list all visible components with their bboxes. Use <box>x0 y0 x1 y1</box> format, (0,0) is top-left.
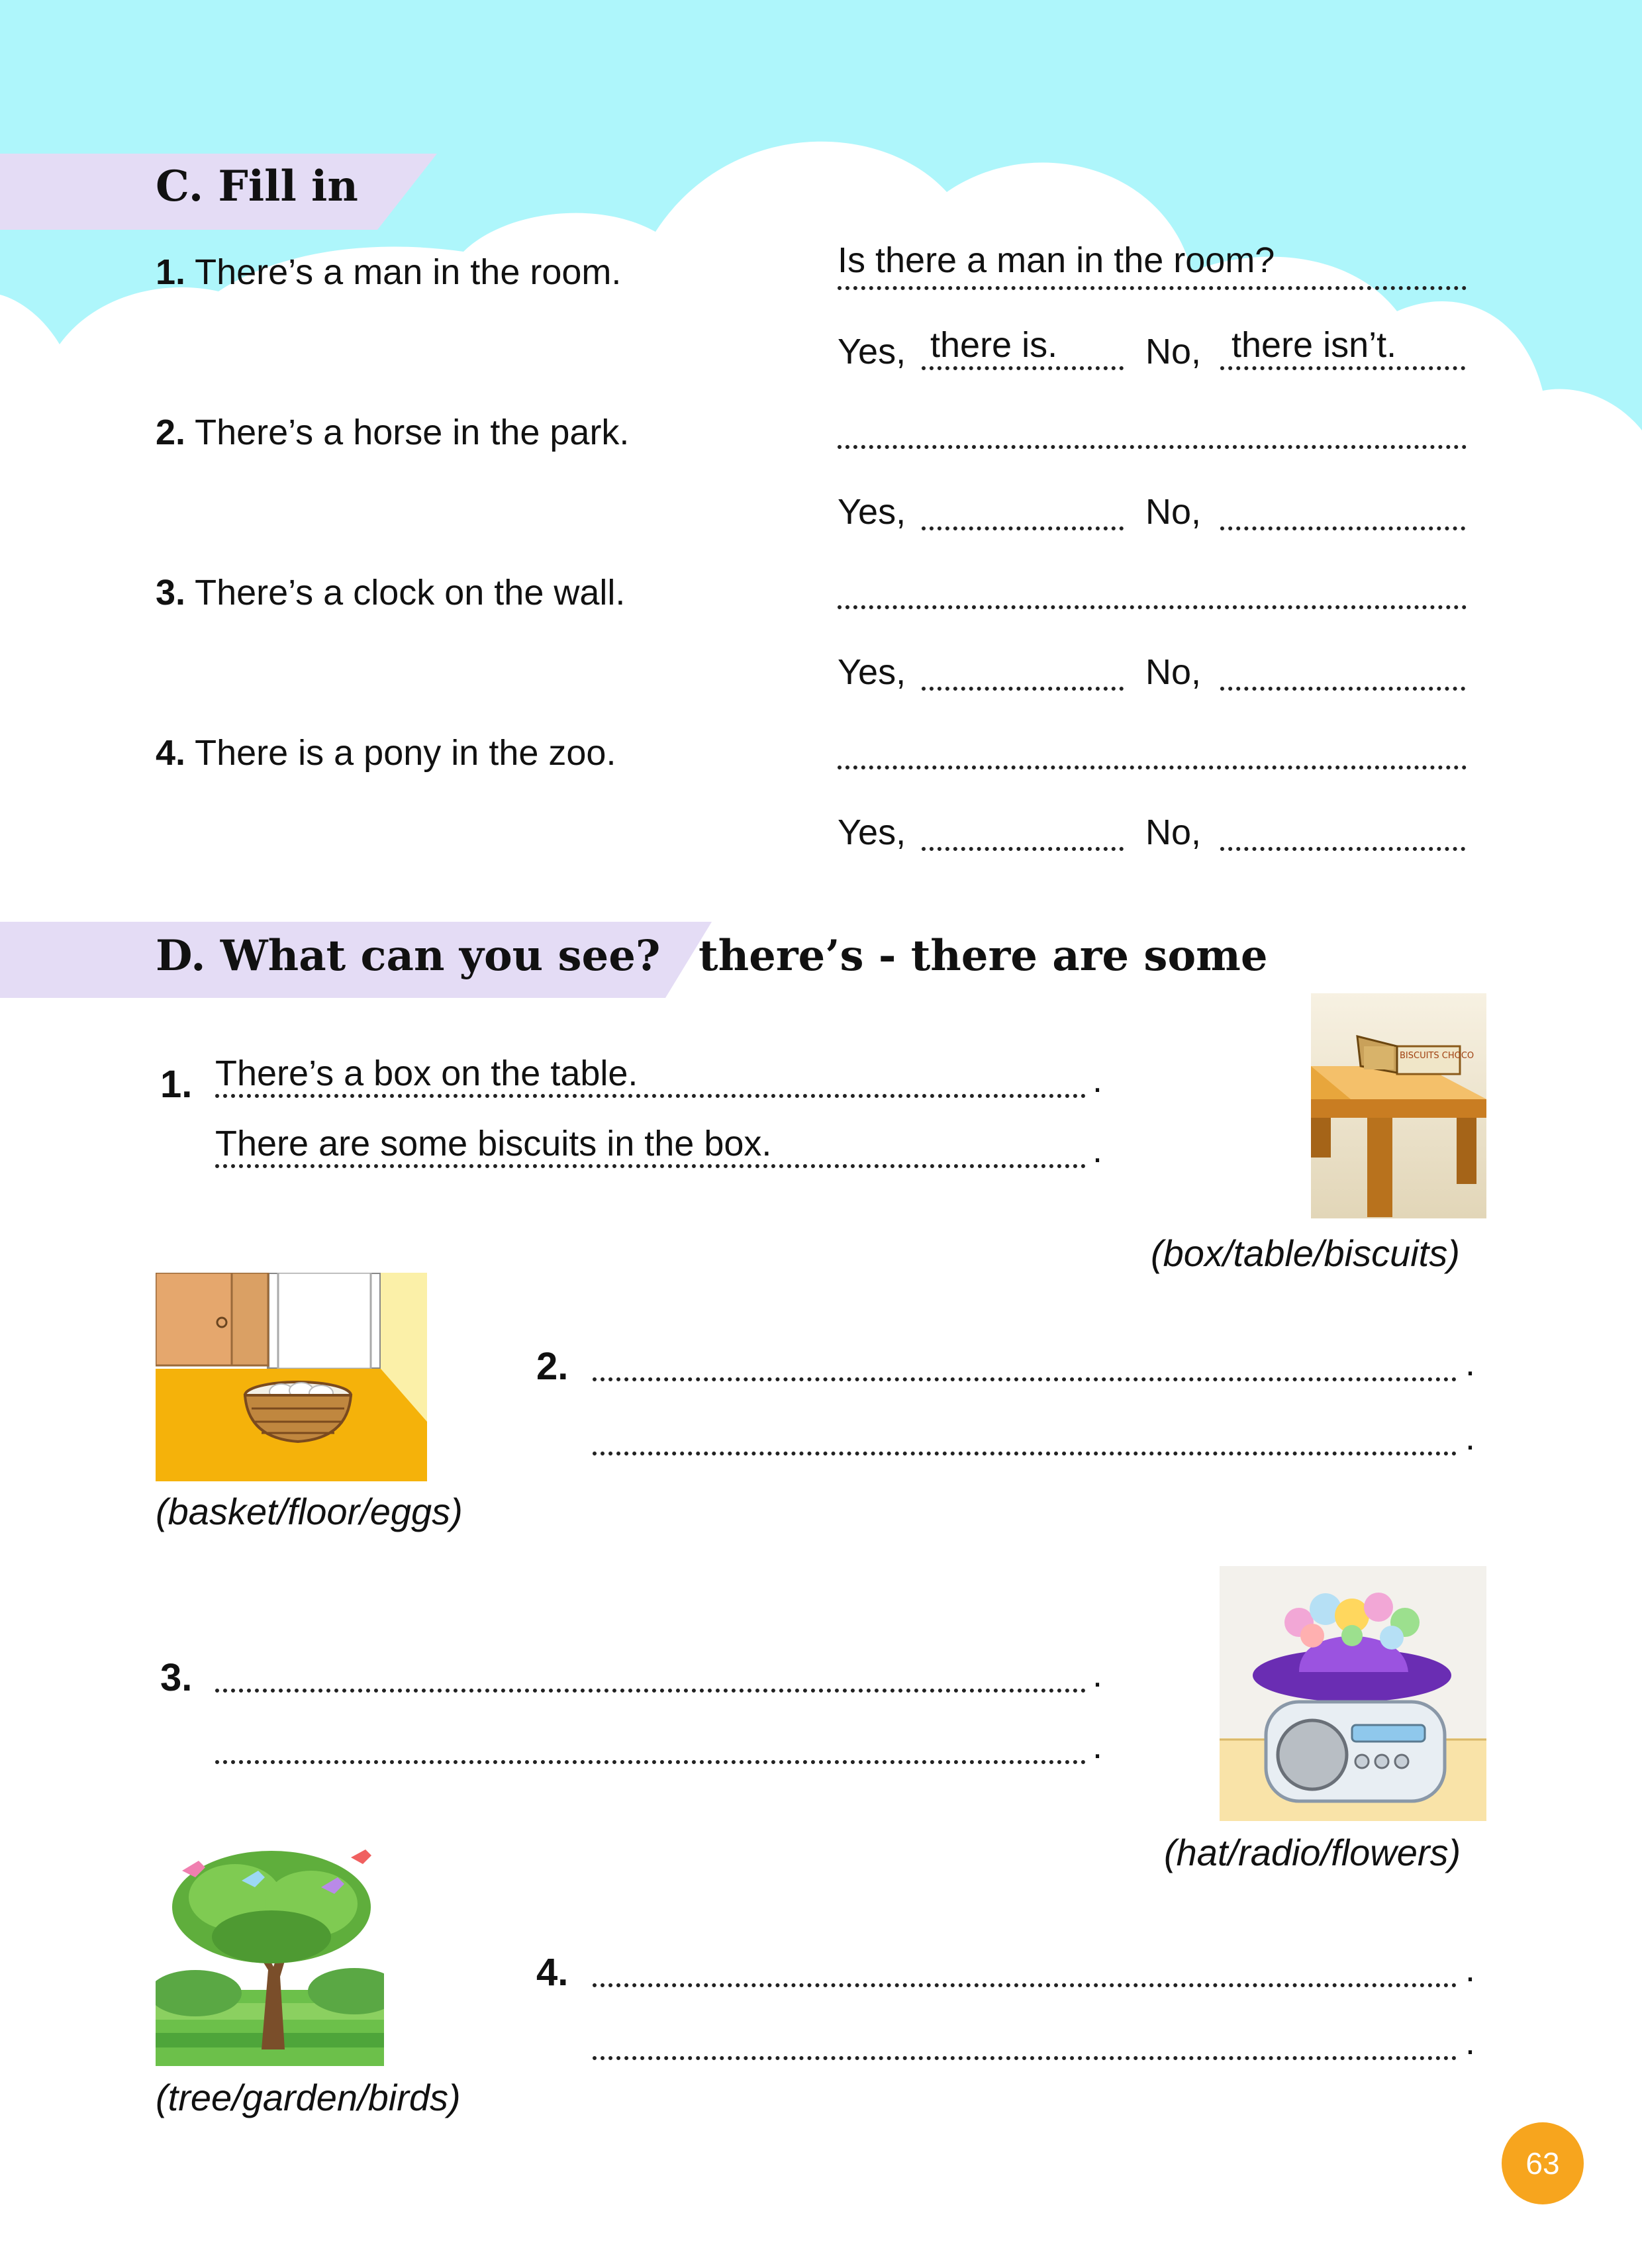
yes-line-2[interactable] <box>922 526 1124 530</box>
d3-line-2[interactable] <box>215 1760 1086 1764</box>
box-label: BISCUITS CHOCO <box>1400 1051 1474 1061</box>
d4-period-1: . <box>1465 1949 1476 1989</box>
d3-period-1: . <box>1092 1655 1103 1695</box>
statement-1: 1. There’s a man in the room. <box>156 252 621 293</box>
d4-line-2[interactable] <box>593 2056 1457 2060</box>
question-line-3[interactable] <box>838 605 1467 609</box>
d1-answer-2: There are some biscuits in the box. <box>215 1124 772 1163</box>
yes-label-4: Yes, <box>838 813 906 852</box>
no-answer-1: there isn’t. <box>1232 325 1397 365</box>
no-line-3[interactable] <box>1220 687 1465 691</box>
question-answer-1: Is there a man in the room? <box>838 240 1275 280</box>
d2-period-1: . <box>1465 1344 1476 1383</box>
no-label-4: No, <box>1145 813 1202 852</box>
no-line-1[interactable] <box>1220 366 1465 370</box>
number: 2. <box>156 413 186 452</box>
d1-line-2[interactable] <box>215 1164 1086 1168</box>
sky-background <box>0 0 1642 430</box>
yes-line-1[interactable] <box>922 366 1124 370</box>
caption-3: (hat/radio/flowers) <box>1164 1832 1461 1873</box>
d4-line-1[interactable] <box>593 1983 1457 1987</box>
hat-radio-flowers-illustration <box>1220 1566 1486 1821</box>
yes-label-3: Yes, <box>838 652 906 692</box>
yes-answer-1: there is. <box>930 325 1058 365</box>
statement-3: 3. There’s a clock on the wall. <box>156 572 625 613</box>
yes-line-3[interactable] <box>922 687 1124 691</box>
page-number-badge: 63 <box>1502 2122 1584 2204</box>
number: 4. <box>156 733 186 773</box>
statement-text: There’s a horse in the park. <box>195 413 630 452</box>
caption-4: (tree/garden/birds) <box>156 2077 461 2118</box>
no-label-3: No, <box>1145 652 1202 692</box>
statement-2: 2. There’s a horse in the park. <box>156 412 629 453</box>
d1-period-2: . <box>1092 1130 1103 1170</box>
d1-line-1[interactable] <box>215 1094 1086 1098</box>
yes-label-2: Yes, <box>838 492 906 532</box>
box-table-picture: BISCUITS CHOCO <box>1311 993 1486 1218</box>
section-d-title: D. What can you see? <box>156 931 661 981</box>
no-label-2: No, <box>1145 492 1202 532</box>
statement-text: There’s a clock on the wall. <box>195 573 626 613</box>
caption-2: (basket/floor/eggs) <box>156 1491 463 1532</box>
d3-period-2: . <box>1092 1726 1103 1766</box>
d2-period-2: . <box>1465 1418 1476 1457</box>
section-c-title: C. Fill in <box>156 162 358 211</box>
statement-text: There is a pony in the zoo. <box>195 733 616 773</box>
question-line-2[interactable] <box>838 445 1467 449</box>
no-line-2[interactable] <box>1220 526 1465 530</box>
caption-1: (box/table/biscuits) <box>1151 1232 1460 1274</box>
section-d-hint: there’s - there are some <box>699 931 1268 981</box>
d-number-1: 1. <box>160 1063 193 1106</box>
no-label-1: No, <box>1145 332 1202 371</box>
basket-eggs-illustration <box>156 1273 427 1481</box>
statement-text: There’s a man in the room. <box>195 252 622 292</box>
d1-answer-1: There’s a box on the table. <box>215 1054 638 1093</box>
table-biscuits-illustration: BISCUITS CHOCO <box>1311 993 1486 1218</box>
hat-radio-picture <box>1220 1566 1486 1821</box>
tree-garden-picture <box>156 1844 384 2066</box>
d1-period-1: . <box>1092 1060 1103 1100</box>
question-line-4[interactable] <box>838 765 1467 769</box>
yes-label-1: Yes, <box>838 332 906 371</box>
d2-line-1[interactable] <box>593 1377 1457 1381</box>
tree-birds-illustration <box>156 1844 384 2066</box>
number: 3. <box>156 573 186 613</box>
number: 1. <box>156 252 186 292</box>
d-number-2: 2. <box>536 1345 569 1388</box>
d-number-3: 3. <box>160 1656 193 1699</box>
d3-line-1[interactable] <box>215 1689 1086 1693</box>
no-line-4[interactable] <box>1220 847 1465 851</box>
basket-floor-picture <box>156 1273 427 1481</box>
d2-line-2[interactable] <box>593 1452 1457 1455</box>
statement-4: 4. There is a pony in the zoo. <box>156 732 616 773</box>
d4-period-2: . <box>1465 2022 1476 2062</box>
d-number-4: 4. <box>536 1951 569 1994</box>
yes-line-4[interactable] <box>922 847 1124 851</box>
question-line-1[interactable] <box>838 286 1467 290</box>
